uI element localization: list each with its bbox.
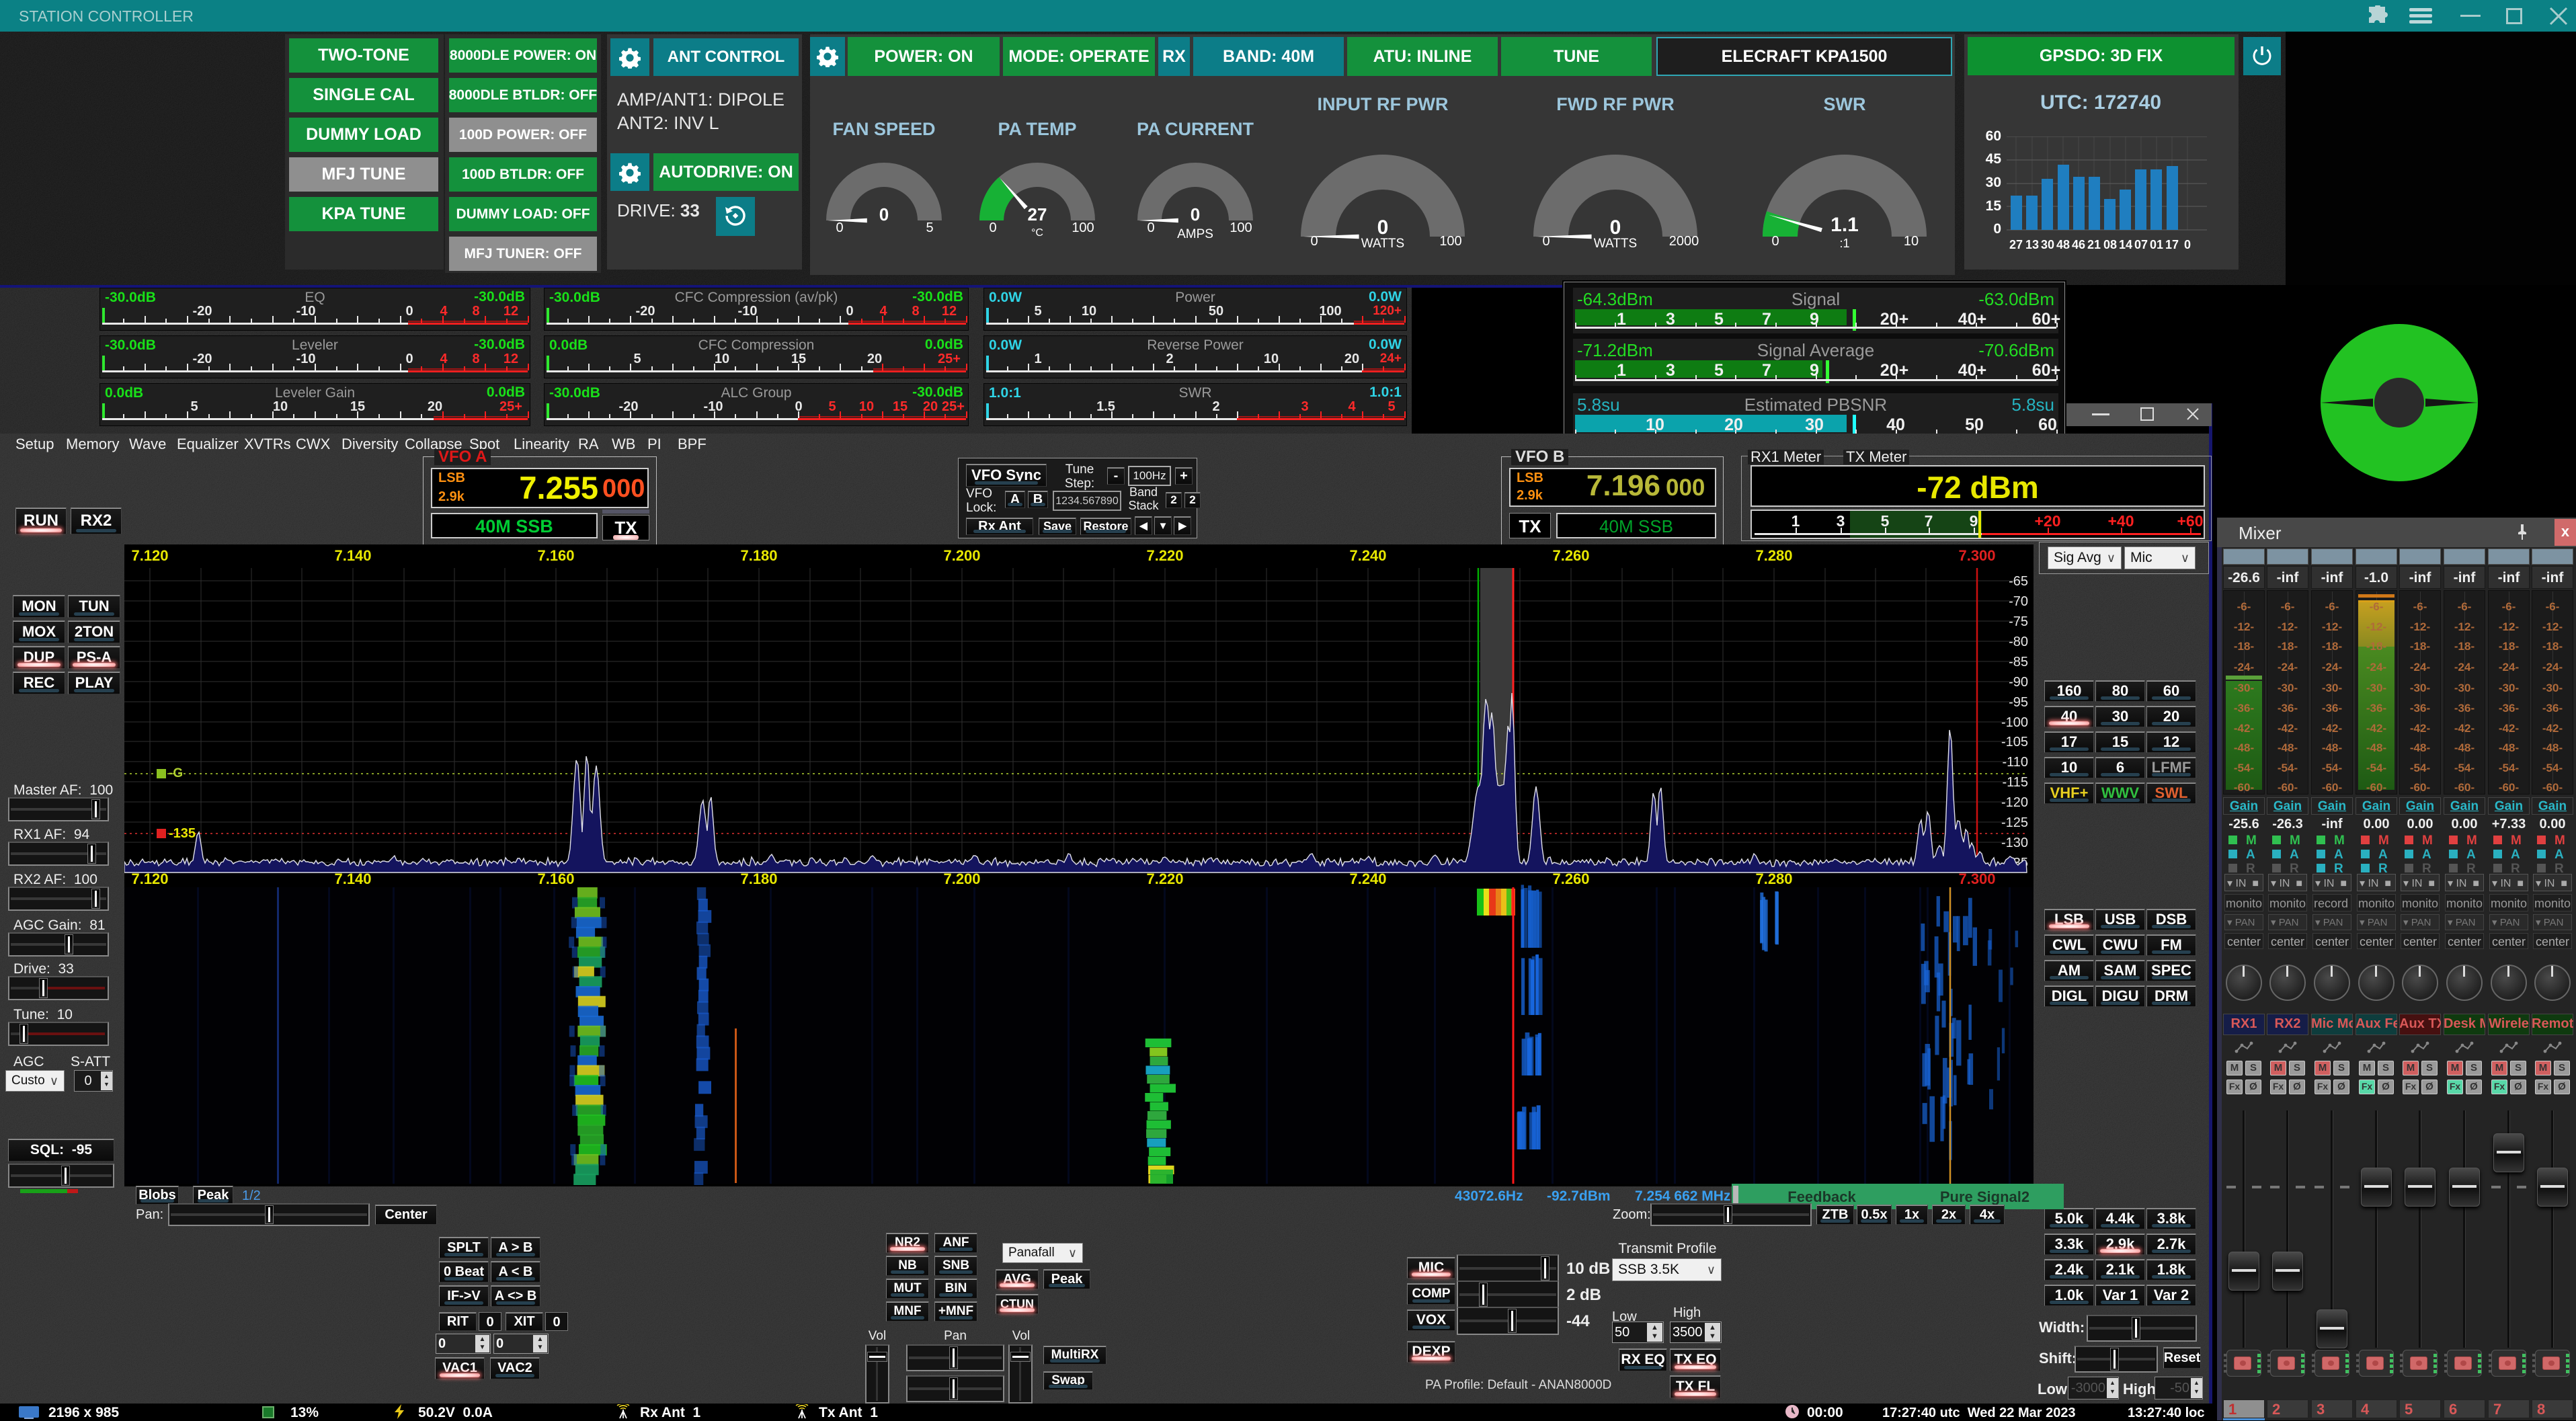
svg-text:-90: -90 bbox=[2009, 675, 2028, 690]
svg-text:7.260: 7.260 bbox=[1552, 547, 1589, 564]
svg-text:-120: -120 bbox=[2001, 795, 2028, 810]
svg-text:7.240: 7.240 bbox=[1349, 870, 1386, 887]
svg-text:7.260: 7.260 bbox=[1552, 870, 1589, 887]
svg-text:14: 14 bbox=[2119, 238, 2132, 251]
svg-text:21: 21 bbox=[2087, 238, 2101, 251]
svg-text:-70: -70 bbox=[2009, 594, 2028, 609]
svg-text:-80: -80 bbox=[2009, 635, 2028, 649]
svg-text:-85: -85 bbox=[2009, 655, 2028, 669]
svg-text:7.140: 7.140 bbox=[334, 547, 371, 564]
svg-text:-130: -130 bbox=[2001, 836, 2028, 850]
svg-text:08: 08 bbox=[2103, 238, 2117, 251]
svg-text:17: 17 bbox=[2165, 238, 2179, 251]
svg-text:13: 13 bbox=[2025, 238, 2039, 251]
svg-text:7.240: 7.240 bbox=[1349, 547, 1386, 564]
svg-text:7.120: 7.120 bbox=[131, 547, 168, 564]
svg-text:-95: -95 bbox=[2009, 695, 2028, 710]
svg-text:7.200: 7.200 bbox=[943, 870, 980, 887]
svg-text:07: 07 bbox=[2134, 238, 2148, 251]
svg-text:7.280: 7.280 bbox=[1755, 547, 1792, 564]
svg-text:0: 0 bbox=[2184, 238, 2191, 251]
svg-text:7.220: 7.220 bbox=[1146, 870, 1183, 887]
svg-text:48: 48 bbox=[2056, 238, 2070, 251]
svg-text:-110: -110 bbox=[2002, 755, 2028, 770]
svg-text:7.200: 7.200 bbox=[943, 547, 980, 564]
svg-text:7.120: 7.120 bbox=[131, 870, 168, 887]
svg-text:-65: -65 bbox=[2009, 574, 2028, 589]
svg-text:7.220: 7.220 bbox=[1146, 547, 1183, 564]
svg-text:7.180: 7.180 bbox=[740, 870, 777, 887]
svg-text:7.280: 7.280 bbox=[1755, 870, 1792, 887]
svg-text:-135: -135 bbox=[169, 826, 196, 841]
svg-text:7.180: 7.180 bbox=[740, 547, 777, 564]
svg-text:46: 46 bbox=[2072, 238, 2085, 251]
svg-text:27: 27 bbox=[2009, 238, 2023, 251]
svg-text:7.300: 7.300 bbox=[1958, 547, 1995, 564]
svg-text:-G: -G bbox=[169, 766, 183, 780]
svg-text:7.140: 7.140 bbox=[334, 870, 371, 887]
svg-text:7.160: 7.160 bbox=[537, 870, 574, 887]
svg-text:-75: -75 bbox=[2009, 614, 2028, 629]
svg-text:7.160: 7.160 bbox=[537, 547, 574, 564]
svg-text:-105: -105 bbox=[2001, 735, 2028, 749]
svg-text:-125: -125 bbox=[2001, 815, 2028, 830]
svg-text:-115: -115 bbox=[2002, 775, 2028, 790]
svg-text:01: 01 bbox=[2150, 238, 2163, 251]
svg-text:-100: -100 bbox=[2001, 715, 2028, 730]
svg-text:30: 30 bbox=[2041, 238, 2054, 251]
svg-text:7.300: 7.300 bbox=[1958, 870, 1995, 887]
